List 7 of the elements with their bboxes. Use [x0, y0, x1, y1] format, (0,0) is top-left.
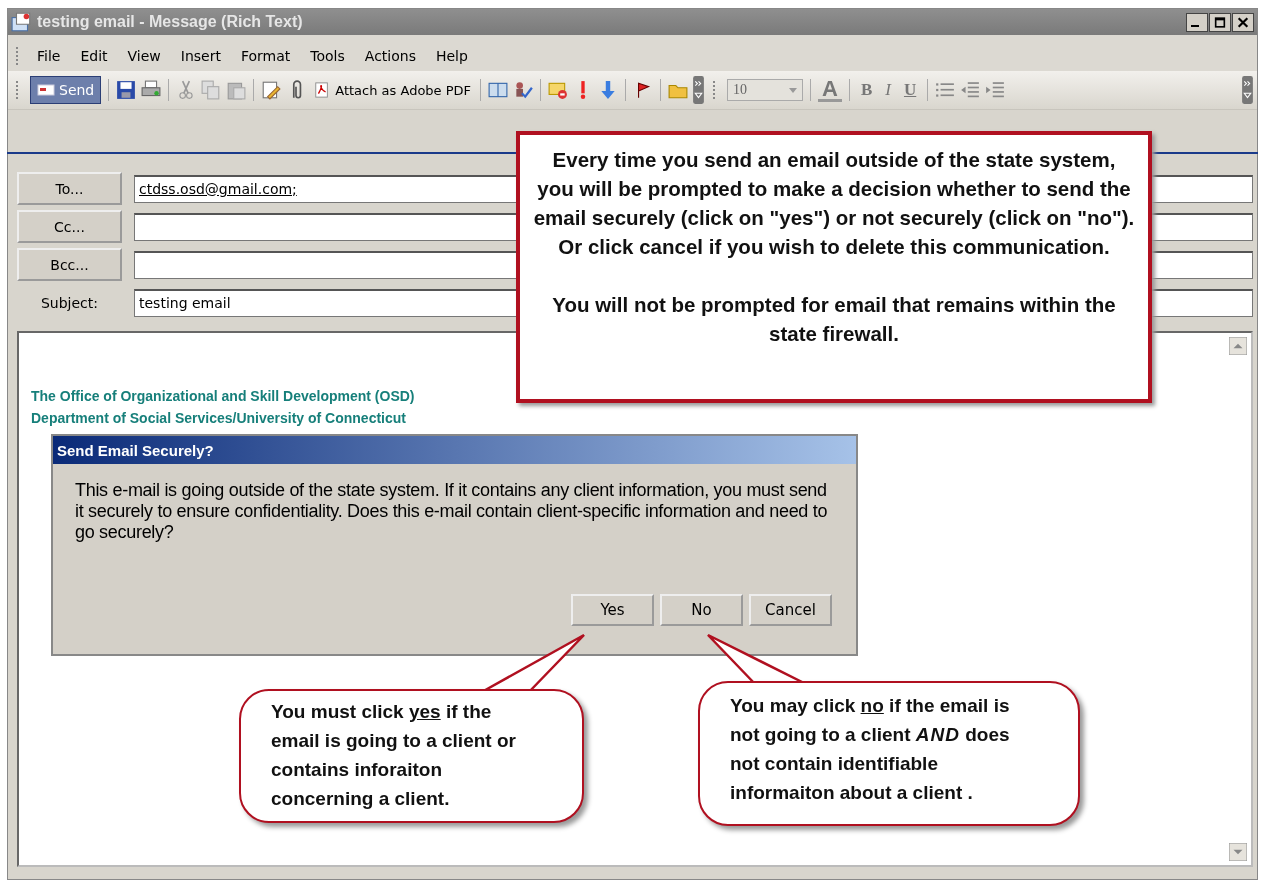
callout-tooltip: Every time you send an email outside of the state system, you will be prompted to make a decision whether to send the email securely (click on "yes") or not securely (click on "no"). Or click cancel if you wish to delete this communication. You will not be prompted for email that remains within the state firewall.: [516, 131, 1152, 403]
field-label: Subject:: [39, 294, 100, 311]
dialog-message: This e-mail is going outside of the state system. If it contains any client information, you must send it securely to ensure confidentiality. Does this e-mail contain client-specific information and need to go securely?: [75, 480, 829, 543]
signature-line: The Office of Organizational and Skill Development (OSD): [31, 387, 415, 406]
window-title: testing email - Message (Rich Text): [37, 13, 304, 31]
dialog-title: Send Email Securely?: [53, 436, 856, 464]
signature-line: Department of Social Services/University of Connecticut: [31, 409, 407, 428]
